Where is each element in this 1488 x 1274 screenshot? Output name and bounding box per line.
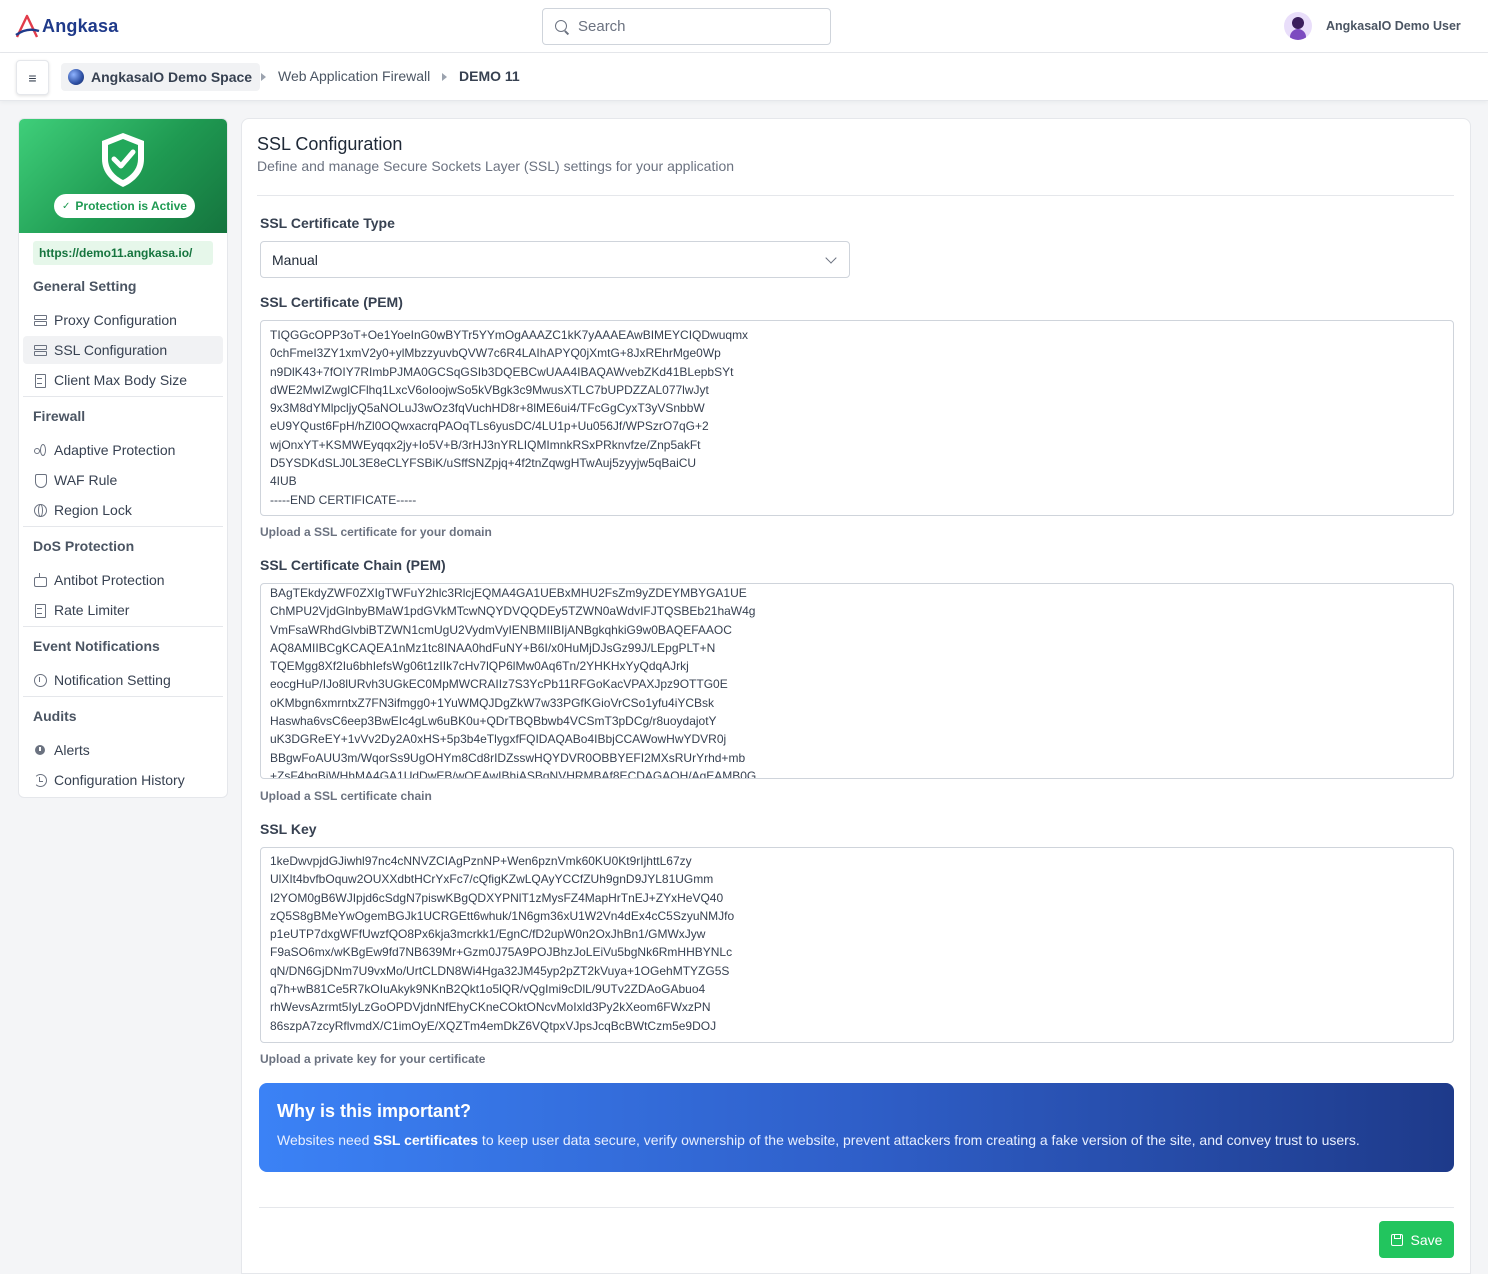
key-label: SSL Key bbox=[260, 821, 317, 837]
save-button[interactable]: Save bbox=[1379, 1221, 1454, 1258]
cert-type-select[interactable]: Manual bbox=[260, 241, 850, 278]
breadcrumb-space-label: AngkasaIO Demo Space bbox=[91, 69, 253, 85]
chain-help: Upload a SSL certificate chain bbox=[260, 789, 432, 803]
alert-icon bbox=[33, 743, 47, 757]
save-button-label: Save bbox=[1410, 1231, 1443, 1248]
angkasa-logo-icon bbox=[15, 14, 40, 38]
key-help: Upload a private key for your certificat… bbox=[260, 1052, 486, 1066]
check-icon: ✓ bbox=[62, 200, 71, 212]
chevron-down-icon bbox=[825, 252, 837, 264]
status-badge: ✓ Protection is Active bbox=[54, 194, 195, 218]
menu-toggle-button[interactable]: ≡ bbox=[16, 60, 49, 95]
certificate-label: SSL Certificate (PEM) bbox=[260, 294, 403, 310]
document-icon bbox=[33, 603, 47, 618]
divider bbox=[257, 195, 1454, 196]
sidebar-item-label: Client Max Body Size bbox=[54, 372, 188, 388]
sidebar-item-label: Alerts bbox=[54, 742, 90, 758]
divider bbox=[23, 626, 223, 627]
divider bbox=[23, 696, 223, 697]
search-box[interactable] bbox=[542, 8, 831, 45]
hamburger-icon: ≡ bbox=[28, 69, 37, 86]
section-title-audits: Audits bbox=[33, 708, 77, 724]
certificate-textarea[interactable]: TIQGGcOPP3oT+Oe1YoeInG0wBYTr5YYmOgAAAZC1… bbox=[260, 320, 1454, 516]
main-panel: SSL Configuration Define and manage Secu… bbox=[241, 118, 1471, 1274]
brand-logo[interactable]: Angkasa bbox=[14, 10, 118, 42]
section-title-firewall: Firewall bbox=[33, 408, 86, 424]
info-text: Websites need SSL certificates to keep u… bbox=[277, 1132, 1436, 1148]
sidebar-item-client-max-body-size[interactable]: Client Max Body Size bbox=[23, 366, 223, 394]
info-text-part: to keep user data secure, verify ownersh… bbox=[478, 1132, 1360, 1148]
server-icon bbox=[33, 313, 47, 327]
globe-icon bbox=[68, 69, 84, 85]
globe-icon bbox=[33, 503, 47, 517]
sidebar-item-label: SSL Configuration bbox=[54, 342, 168, 358]
brand-name: Angkasa bbox=[42, 15, 119, 36]
shield-check-icon bbox=[102, 133, 144, 187]
info-card: Why is this important? Websites need SSL… bbox=[259, 1083, 1454, 1172]
history-icon bbox=[33, 773, 47, 787]
status-badge-label: Protection is Active bbox=[75, 199, 187, 213]
sidebar-item-ssl-configuration[interactable]: SSL Configuration bbox=[23, 336, 223, 364]
sidebar-item-adaptive-protection[interactable]: Adaptive Protection bbox=[23, 436, 223, 464]
section-title-dos: DoS Protection bbox=[33, 538, 135, 554]
sidebar-item-label: Rate Limiter bbox=[54, 602, 130, 618]
cert-type-value: Manual bbox=[272, 251, 318, 268]
search-icon bbox=[554, 19, 570, 35]
sidebar-item-label: Region Lock bbox=[54, 502, 132, 518]
top-bar: Angkasa AngkasaIO Demo User bbox=[0, 0, 1488, 53]
sidebar-item-proxy-configuration[interactable]: Proxy Configuration bbox=[23, 306, 223, 334]
avatar[interactable] bbox=[1284, 12, 1312, 40]
section-title-general: General Setting bbox=[33, 278, 137, 294]
sidebar-item-label: Antibot Protection bbox=[54, 572, 165, 588]
info-text-part: Websites need bbox=[277, 1132, 374, 1148]
sidebar-item-waf-rule[interactable]: WAF Rule bbox=[23, 466, 223, 494]
chevron-right-icon bbox=[261, 73, 266, 81]
info-text-bold: SSL certificates bbox=[373, 1132, 479, 1148]
breadcrumb-space[interactable]: AngkasaIO Demo Space bbox=[61, 63, 261, 91]
protection-status-panel: ✓ Protection is Active bbox=[19, 119, 227, 233]
save-icon bbox=[1390, 1233, 1403, 1246]
breadcrumb: ≡ AngkasaIO Demo Space Web Application F… bbox=[0, 53, 1488, 101]
sidebar-item-antibot-protection[interactable]: Antibot Protection bbox=[23, 566, 223, 594]
breadcrumb-current: DEMO 11 bbox=[459, 68, 520, 84]
breadcrumb-section[interactable]: Web Application Firewall bbox=[278, 68, 430, 84]
robot-icon bbox=[33, 573, 47, 587]
adaptive-icon bbox=[33, 443, 47, 457]
cert-type-label: SSL Certificate Type bbox=[260, 215, 395, 231]
site-url[interactable]: https://demo11.angkasa.io/ bbox=[33, 241, 213, 265]
chain-label: SSL Certificate Chain (PEM) bbox=[260, 557, 446, 573]
certificate-help: Upload a SSL certificate for your domain bbox=[260, 525, 492, 539]
sidebar: ✓ Protection is Active https://demo11.an… bbox=[18, 118, 228, 798]
divider bbox=[259, 1207, 1454, 1208]
sidebar-item-notification-setting[interactable]: Notification Setting bbox=[23, 666, 223, 694]
document-icon bbox=[33, 373, 47, 388]
sidebar-item-label: WAF Rule bbox=[54, 472, 118, 488]
chain-textarea[interactable]: BAgTEkdyZWF0ZXIgTWFuY2hlc3RlcjEQMA4GA1UE… bbox=[260, 583, 1454, 779]
key-textarea[interactable]: 1keDwvpjdGJiwhl97nc4cNNVZCIAgPznNP+Wen6p… bbox=[260, 847, 1454, 1043]
sidebar-item-alerts[interactable]: Alerts bbox=[23, 736, 223, 764]
sidebar-item-label: Notification Setting bbox=[54, 672, 171, 688]
sidebar-item-label: Proxy Configuration bbox=[54, 312, 177, 328]
divider bbox=[23, 396, 223, 397]
server-icon bbox=[33, 343, 47, 357]
section-title-notifications: Event Notifications bbox=[33, 638, 160, 654]
page-subtitle: Define and manage Secure Sockets Layer (… bbox=[257, 158, 735, 174]
sidebar-item-rate-limiter[interactable]: Rate Limiter bbox=[23, 596, 223, 624]
info-title: Why is this important? bbox=[277, 1101, 472, 1121]
divider bbox=[23, 526, 223, 527]
page-title: SSL Configuration bbox=[257, 134, 403, 154]
sidebar-item-label: Configuration History bbox=[54, 772, 185, 788]
sidebar-item-configuration-history[interactable]: Configuration History bbox=[23, 766, 223, 794]
shield-icon bbox=[33, 473, 47, 488]
info-icon bbox=[33, 673, 47, 687]
sidebar-item-region-lock[interactable]: Region Lock bbox=[23, 496, 223, 524]
chevron-right-icon bbox=[442, 73, 447, 81]
user-menu[interactable]: AngkasaIO Demo User bbox=[1284, 12, 1461, 40]
search-input[interactable] bbox=[578, 18, 818, 35]
sidebar-item-label: Adaptive Protection bbox=[54, 442, 176, 458]
user-name: AngkasaIO Demo User bbox=[1326, 19, 1461, 33]
